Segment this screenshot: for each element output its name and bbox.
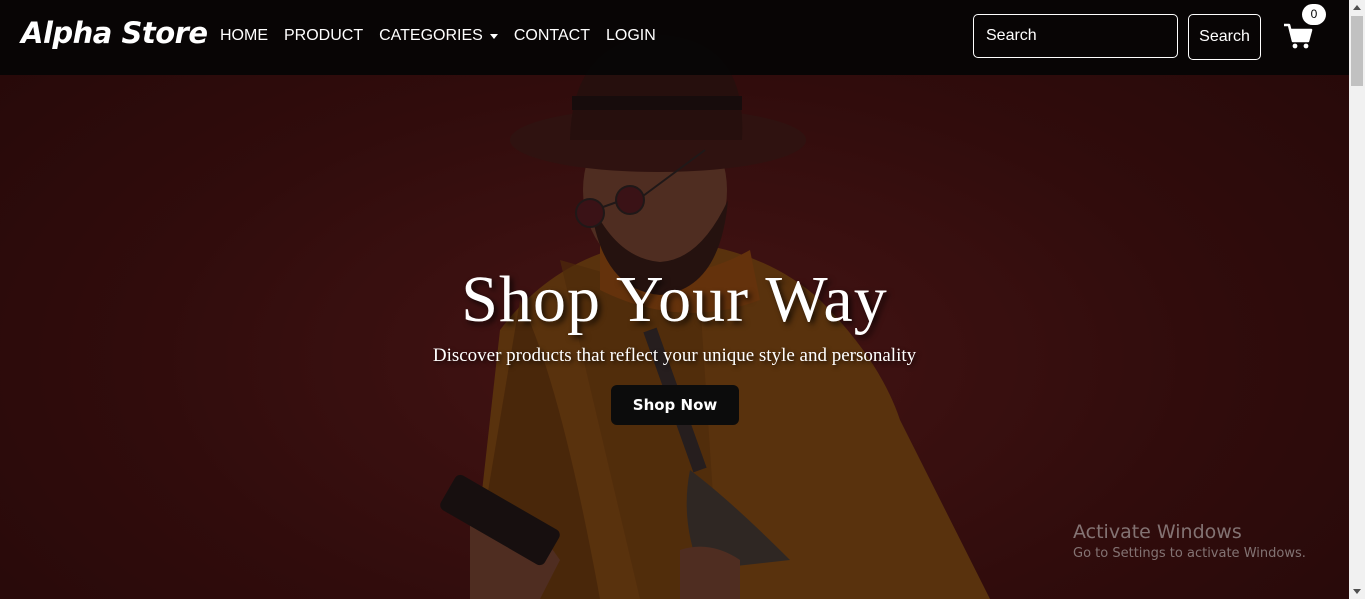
cart-count-badge: 0: [1302, 4, 1326, 25]
hero-subtitle: Discover products that reflect your uniq…: [432, 345, 917, 366]
hero-title: Shop Your Way: [461, 263, 888, 336]
nav-link-home[interactable]: HOME: [220, 27, 268, 45]
nav-link-categories-label: CATEGORIES: [379, 27, 483, 44]
scroll-down-arrow-icon[interactable]: [1353, 589, 1361, 594]
nav-link-categories[interactable]: CATEGORIES: [379, 27, 498, 45]
cart-icon[interactable]: [1282, 20, 1314, 52]
navbar: Alpha Store HOME PRODUCT CATEGORIES CONT…: [0, 0, 1349, 75]
nav-link-product[interactable]: PRODUCT: [284, 27, 363, 45]
nav-links: HOME PRODUCT CATEGORIES CONTACT LOGIN: [220, 27, 672, 45]
search-button[interactable]: Search: [1188, 14, 1261, 60]
search-input[interactable]: [973, 14, 1178, 58]
activate-windows-title: Activate Windows: [1073, 521, 1242, 543]
shop-now-button[interactable]: Shop Now: [611, 385, 739, 425]
scrollbar-thumb[interactable]: [1351, 16, 1363, 86]
vertical-scrollbar[interactable]: [1349, 0, 1365, 599]
caret-down-icon: [489, 33, 498, 39]
scroll-up-arrow-icon[interactable]: [1353, 5, 1361, 10]
nav-link-login[interactable]: LOGIN: [606, 27, 656, 45]
brand-logo[interactable]: Alpha Store: [21, 16, 208, 50]
activate-windows-subtitle: Go to Settings to activate Windows.: [1073, 546, 1306, 561]
page: Alpha Store HOME PRODUCT CATEGORIES CONT…: [0, 0, 1349, 599]
nav-link-contact[interactable]: CONTACT: [514, 27, 590, 45]
